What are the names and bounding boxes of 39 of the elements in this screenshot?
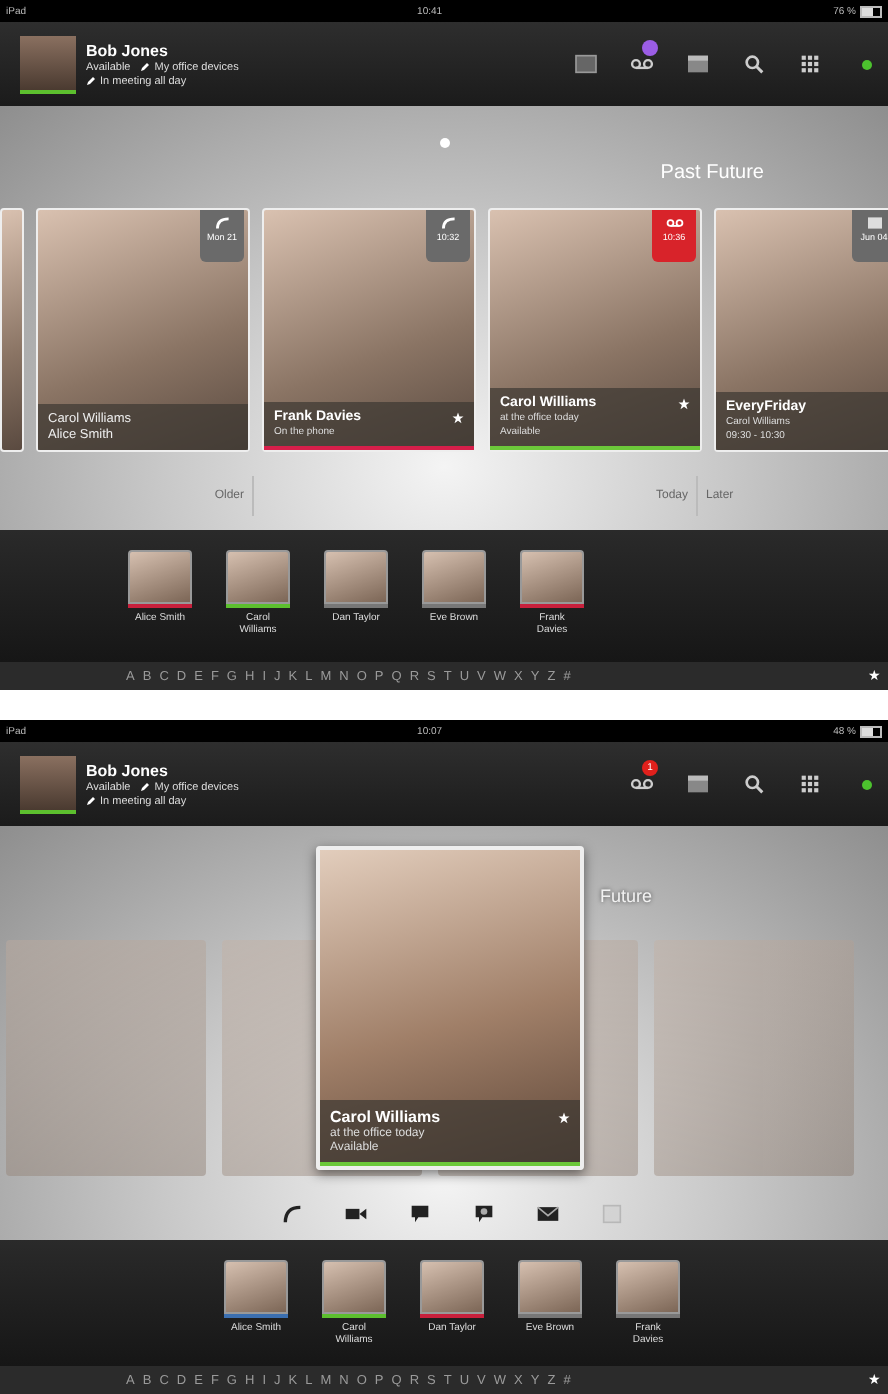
voicemail-icon[interactable]	[630, 54, 654, 74]
page-indicator-dot	[439, 138, 449, 148]
battery-icon	[860, 725, 882, 737]
profile-photo-placeholder[interactable]	[20, 35, 76, 93]
voicemail-icon[interactable]	[630, 774, 654, 794]
card-title: Carol Williams	[330, 1108, 441, 1126]
profile-name: Bob Jones	[86, 761, 170, 779]
pencil-icon	[86, 76, 96, 86]
phone-icon	[213, 216, 231, 230]
phone-icon	[439, 216, 457, 230]
profile-photo-placeholder[interactable]	[20, 755, 76, 813]
contact-photo-placeholder[interactable]	[518, 1260, 582, 1314]
profile-name: Bob Jones	[86, 41, 170, 59]
star-icon[interactable]	[558, 1111, 570, 1123]
star-icon[interactable]	[452, 411, 464, 423]
search-icon[interactable]	[742, 54, 766, 74]
contact-photo-placeholder[interactable]	[224, 1260, 288, 1314]
timeline-heading: Future	[600, 886, 653, 906]
calendar-icon	[865, 216, 883, 230]
search-icon[interactable]	[742, 774, 766, 794]
phone-icon[interactable]	[280, 1204, 304, 1224]
battery-icon	[860, 5, 882, 17]
group-chat-icon[interactable]	[472, 1204, 496, 1224]
video-camera-icon[interactable]	[344, 1204, 368, 1224]
calendar-icon[interactable]	[686, 774, 710, 794]
pencil-icon	[86, 796, 96, 806]
star-icon[interactable]	[678, 397, 690, 409]
voicemail-icon	[665, 216, 683, 230]
mail-icon[interactable]	[536, 1204, 560, 1224]
contact-photo-placeholder[interactable]	[324, 550, 388, 604]
pencil-icon	[140, 782, 151, 792]
screen-icon[interactable]	[574, 54, 598, 74]
chat-icon[interactable]	[408, 1204, 432, 1224]
grid-icon[interactable]	[798, 774, 822, 794]
pencil-icon	[140, 62, 151, 72]
grid-icon[interactable]	[798, 54, 822, 74]
timeline-heading: Past Future	[660, 162, 764, 184]
calendar-icon[interactable]	[686, 54, 710, 74]
card-edge[interactable]	[0, 208, 24, 452]
